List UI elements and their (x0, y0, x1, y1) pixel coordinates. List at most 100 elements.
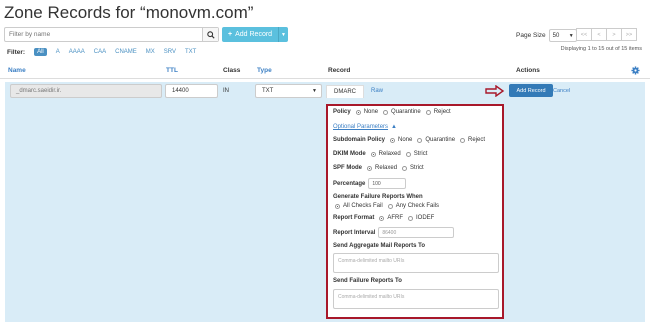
filter-label: Filter: (7, 48, 26, 56)
policy-quarantine-label: Quarantine (391, 109, 421, 115)
format-afrf-radio[interactable] (379, 215, 385, 221)
spf-relaxed-label: Relaxed (375, 165, 398, 171)
format-iodef-label: IODEF (416, 215, 435, 221)
filter-txt[interactable]: TXT (185, 49, 196, 55)
subdomain-reject-radio[interactable] (460, 137, 466, 143)
failure-when-label-row: Generate Failure Reports When (333, 194, 423, 200)
record-class: IN (223, 88, 229, 94)
header-ttl[interactable]: TTL (166, 67, 178, 74)
failure-when-label: Generate Failure Reports When (333, 194, 423, 200)
any-check-fails-radio[interactable] (387, 203, 393, 209)
search-box (4, 27, 219, 42)
header-type[interactable]: Type (257, 67, 272, 74)
filter-a[interactable]: A (56, 49, 60, 55)
type-select[interactable]: TXT ▼ (255, 84, 322, 98)
spf-label: SPF Mode (333, 165, 363, 171)
filter-mx[interactable]: MX (146, 49, 155, 55)
policy-row: Policy None Quarantine Reject (333, 109, 451, 115)
chevron-down-icon: ▼ (312, 88, 317, 94)
failure-when-row: All Checks Fail Any Check Fails (333, 203, 439, 209)
percentage-row: Percentage 100 (333, 178, 407, 189)
aggregate-label-row: Send Aggregate Mail Reports To (333, 243, 425, 249)
cancel-link[interactable]: Cancel (553, 88, 570, 94)
last-page-button[interactable]: >> (621, 28, 637, 41)
dkim-strict-radio[interactable] (405, 151, 411, 157)
header-class: Class (223, 67, 241, 74)
filter-all[interactable]: All (34, 48, 47, 56)
spf-row: SPF Mode Relaxed Strict (333, 165, 424, 171)
tab-raw[interactable]: Raw (364, 85, 390, 98)
policy-label: Policy (333, 109, 351, 115)
subdomain-quarantine-radio[interactable] (417, 137, 423, 143)
spf-strict-label: Strict (410, 165, 424, 171)
spf-relaxed-radio[interactable] (367, 165, 373, 171)
dmarc-editor: Policy None Quarantine Reject Optional P… (326, 104, 504, 319)
page-size-label: Page Size (516, 32, 546, 39)
report-format-row: Report Format AFRF IODEF (333, 215, 434, 221)
add-record-label: Add Record (235, 31, 273, 38)
page-title: Zone Records for “monovm.com” (4, 3, 254, 22)
gear-icon[interactable] (631, 66, 640, 77)
chevron-down-icon[interactable]: ▼ (278, 27, 288, 42)
filter-aaaa[interactable]: AAAA (69, 49, 85, 55)
pagination: << < > >> (576, 28, 637, 41)
format-afrf-label: AFRF (387, 215, 404, 221)
add-record-toolbar-button[interactable]: + Add Record ▼ (222, 27, 288, 42)
dkim-row: DKIM Mode Relaxed Strict (333, 151, 427, 157)
optional-parameters-toggle[interactable]: Optional Parameters ▲ (333, 124, 397, 130)
all-checks-fail-radio[interactable] (335, 203, 340, 209)
optional-parameters-link[interactable]: Optional Parameters (333, 124, 388, 130)
any-check-fails-label: Any Check Fails (395, 203, 440, 209)
header-name[interactable]: Name (8, 67, 26, 74)
failure-to-label: Send Failure Reports To (333, 278, 402, 284)
search-input[interactable] (5, 28, 202, 41)
policy-none-radio[interactable] (355, 109, 361, 115)
filter-cname[interactable]: CNAME (115, 49, 137, 55)
page-size-value: 50 (552, 32, 560, 39)
all-checks-fail-label: All Checks Fail (343, 203, 383, 209)
next-page-button[interactable]: > (606, 28, 622, 41)
filter-srv[interactable]: SRV (164, 49, 176, 55)
dkim-strict-label: Strict (413, 151, 428, 157)
failure-to-label-row: Send Failure Reports To (333, 278, 402, 284)
record-name-field[interactable]: _dmarc.saeidir.ir. (10, 84, 162, 98)
aggregate-reports-textarea[interactable]: Comma-delimited mailto URIs (333, 253, 499, 273)
editing-record-row: _dmarc.saeidir.ir. 14400 IN TXT ▼ DMARC … (5, 82, 645, 322)
page-size-select[interactable]: 50 ▼ (548, 29, 577, 42)
record-tabs: DMARC Raw (326, 85, 390, 98)
spf-strict-radio[interactable] (402, 165, 408, 171)
header-record: Record (328, 67, 351, 74)
policy-reject-radio[interactable] (425, 109, 431, 115)
header-actions: Actions (516, 67, 540, 74)
chevron-down-icon: ▼ (568, 32, 574, 39)
displaying-count: Displaying 1 to 15 out of 15 items (560, 46, 642, 52)
type-value: TXT (262, 88, 274, 94)
subdomain-quarantine-label: Quarantine (425, 137, 456, 143)
add-record-button[interactable]: Add Record (509, 84, 553, 97)
arrow-right-icon (485, 85, 505, 97)
first-page-button[interactable]: << (576, 28, 592, 41)
filter-caa[interactable]: CAA (94, 49, 106, 55)
table-header: Name TTL Class Type Record Actions (0, 65, 650, 79)
prev-page-button[interactable]: < (591, 28, 607, 41)
subdomain-none-radio[interactable] (390, 137, 396, 143)
tab-dmarc[interactable]: DMARC (326, 85, 364, 98)
format-iodef-radio[interactable] (408, 215, 414, 221)
ttl-field[interactable]: 14400 (165, 84, 218, 98)
policy-quarantine-radio[interactable] (383, 109, 389, 115)
subdomain-reject-label: Reject (468, 137, 486, 143)
chevron-up-icon: ▲ (391, 124, 397, 130)
failure-reports-textarea[interactable]: Comma-delimited mailto URIs (333, 289, 499, 309)
percentage-input[interactable]: 100 (368, 178, 407, 189)
policy-none-label: None (363, 109, 379, 115)
dkim-relaxed-label: Relaxed (378, 151, 401, 157)
dkim-relaxed-radio[interactable] (370, 151, 376, 157)
search-button[interactable] (202, 28, 218, 41)
page-size: Page Size 50 ▼ (516, 29, 577, 42)
search-icon (206, 30, 215, 39)
filter-bar: Filter: All A AAAA CAA CNAME MX SRV TXT (7, 48, 196, 56)
report-format-label: Report Format (333, 215, 375, 221)
subdomain-label: Subdomain Policy (333, 137, 386, 143)
report-interval-row: Report Interval 86400 (333, 227, 455, 238)
report-interval-input[interactable]: 86400 (378, 227, 455, 238)
